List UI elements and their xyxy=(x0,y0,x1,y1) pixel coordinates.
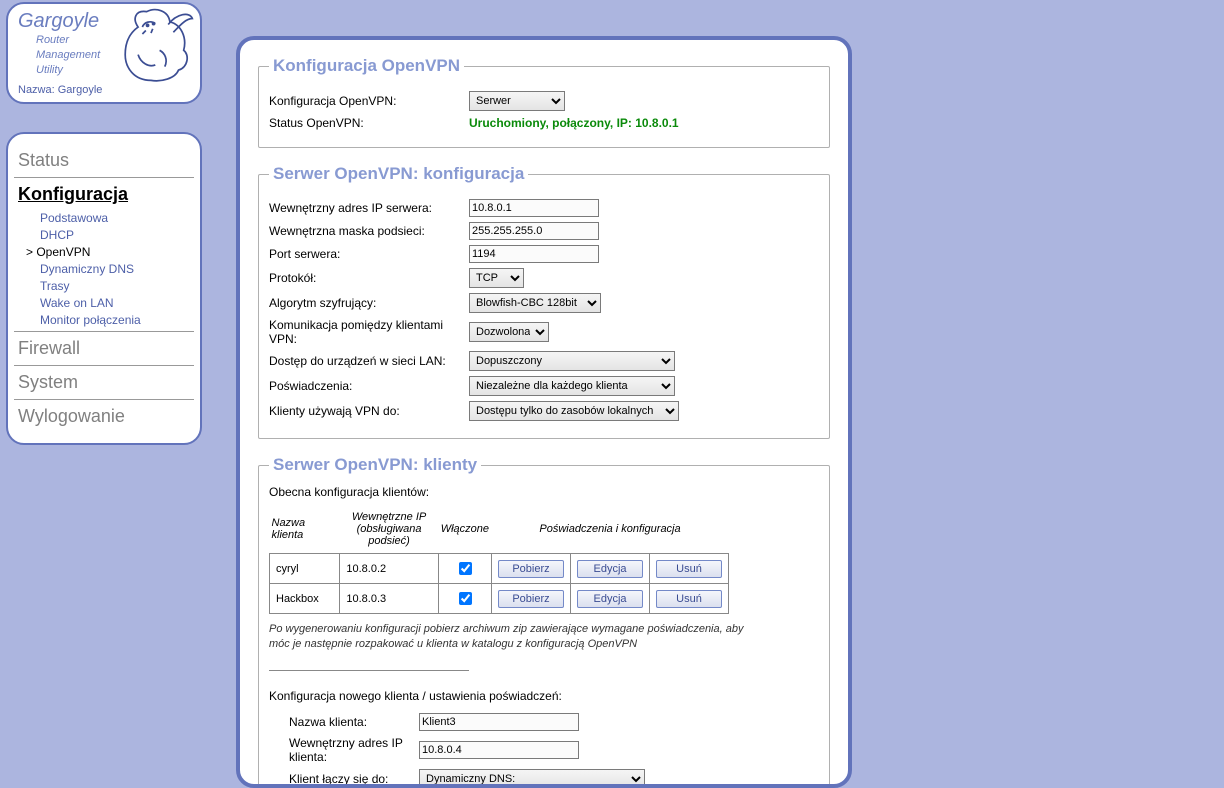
th-cfg: Poświadczenia i konfiguracja xyxy=(492,507,729,554)
gargoyle-logo-icon xyxy=(108,2,194,90)
download-button[interactable]: Pobierz xyxy=(498,560,564,578)
port-input[interactable] xyxy=(469,245,599,263)
proto-label: Protokół: xyxy=(269,271,469,285)
use-label: Klienty używają VPN do: xyxy=(269,404,469,418)
download-button[interactable]: Pobierz xyxy=(498,590,564,608)
current-clients-label: Obecna konfiguracja klientów: xyxy=(269,485,819,499)
cfg-label: Konfiguracja OpenVPN: xyxy=(269,94,469,108)
remove-button[interactable]: Usuń xyxy=(656,590,722,608)
status-label: Status OpenVPN: xyxy=(269,116,469,130)
nc-name-label: Nazwa klienta: xyxy=(289,715,419,729)
status-value: Uruchomiony, połączony, IP: 10.8.0.1 xyxy=(469,116,679,130)
nav-basic[interactable]: Podstawowa xyxy=(40,211,194,225)
legend-clients: Serwer OpenVPN: klienty xyxy=(269,455,481,475)
client-row: cyryl 10.8.0.2 Pobierz Edycja Usuń xyxy=(270,554,729,584)
alg-label: Algorytm szyfrujący: xyxy=(269,296,469,310)
nav-config[interactable]: Konfiguracja xyxy=(18,184,194,205)
main-panel: Konfiguracja OpenVPN Konfiguracja OpenVP… xyxy=(236,36,852,788)
nav-status[interactable]: Status xyxy=(18,150,194,171)
nav-connmon[interactable]: Monitor połączenia xyxy=(40,313,194,327)
client-ip: 10.8.0.2 xyxy=(340,554,438,584)
nc-conn-label: Klient łączy się do: xyxy=(289,772,419,786)
clients-note: Po wygenerowaniu konfiguracji pobierz ar… xyxy=(269,622,749,652)
edit-button[interactable]: Edycja xyxy=(577,590,643,608)
lan-select[interactable]: Dopuszczony xyxy=(469,351,675,371)
client-enabled-checkbox[interactable] xyxy=(459,562,472,575)
nav-ddns[interactable]: Dynamiczny DNS xyxy=(40,262,194,276)
nav-panel: Status Konfiguracja Podstawowa DHCP Open… xyxy=(6,132,202,445)
mask-input[interactable] xyxy=(469,222,599,240)
use-select[interactable]: Dostępu tylko do zasobów lokalnych xyxy=(469,401,679,421)
nc-conn-select[interactable]: Dynamiczny DNS: xyxy=(419,769,645,788)
cfg-select[interactable]: Serwer xyxy=(469,91,565,111)
nav-dhcp[interactable]: DHCP xyxy=(40,228,194,242)
nc-ip-input[interactable] xyxy=(419,741,579,759)
ip-input[interactable] xyxy=(469,199,599,217)
client-enabled-checkbox[interactable] xyxy=(459,592,472,605)
mask-label: Wewnętrzna maska podsieci: xyxy=(269,224,469,238)
comm-label: Komunikacja pomiędzy klientami VPN: xyxy=(269,318,469,346)
client-name: cyryl xyxy=(270,554,340,584)
separator xyxy=(269,670,469,671)
cred-select[interactable]: Niezależne dla każdego klienta xyxy=(469,376,675,396)
client-ip: 10.8.0.3 xyxy=(340,584,438,614)
edit-button[interactable]: Edycja xyxy=(577,560,643,578)
clients-table: Nazwa klienta Wewnętrzne IP (obsługiwana… xyxy=(269,507,729,614)
proto-select[interactable]: TCP xyxy=(469,268,524,288)
alg-select[interactable]: Blowfish-CBC 128bit xyxy=(469,293,601,313)
th-enabled: Włączone xyxy=(438,507,491,554)
nav-wol[interactable]: Wake on LAN xyxy=(40,296,194,310)
legend-config: Konfiguracja OpenVPN xyxy=(269,56,464,76)
nav-logout[interactable]: Wylogowanie xyxy=(18,406,194,427)
comm-select[interactable]: Dozwolona xyxy=(469,322,549,342)
nc-ip-label: Wewnętrzny adres IP klienta: xyxy=(289,736,419,764)
port-label: Port serwera: xyxy=(269,247,469,261)
remove-button[interactable]: Usuń xyxy=(656,560,722,578)
th-ip: Wewnętrzne IP (obsługiwana podsieć) xyxy=(340,507,438,554)
ip-label: Wewnętrzny adres IP serwera: xyxy=(269,201,469,215)
nav-firewall[interactable]: Firewall xyxy=(18,338,194,359)
nc-name-input[interactable] xyxy=(419,713,579,731)
nav-routes[interactable]: Trasy xyxy=(40,279,194,293)
cred-label: Poświadczenia: xyxy=(269,379,469,393)
lan-label: Dostęp do urządzeń w sieci LAN: xyxy=(269,354,469,368)
client-row: Hackbox 10.8.0.3 Pobierz Edycja Usuń xyxy=(270,584,729,614)
nav-openvpn[interactable]: OpenVPN xyxy=(40,245,194,259)
th-name: Nazwa klienta xyxy=(270,507,340,554)
nav-system[interactable]: System xyxy=(18,372,194,393)
client-name: Hackbox xyxy=(270,584,340,614)
section-server-config: Serwer OpenVPN: konfiguracja Wewnętrzny … xyxy=(258,164,830,439)
legend-server: Serwer OpenVPN: konfiguracja xyxy=(269,164,528,184)
new-client-heading: Konfiguracja nowego klienta / ustawienia… xyxy=(269,689,819,703)
section-openvpn-config: Konfiguracja OpenVPN Konfiguracja OpenVP… xyxy=(258,56,830,148)
section-clients: Serwer OpenVPN: klienty Obecna konfigura… xyxy=(258,455,830,788)
